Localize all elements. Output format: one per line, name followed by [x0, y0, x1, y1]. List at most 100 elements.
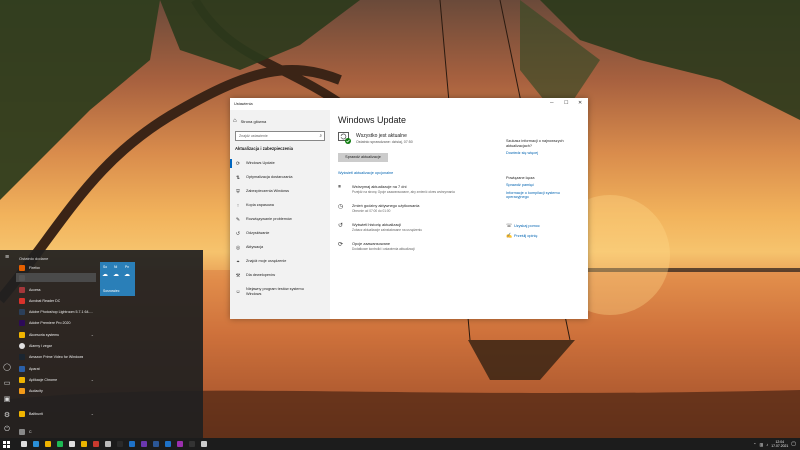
- start-item[interactable]: Access: [16, 285, 96, 294]
- taskbar-app-word[interactable]: [150, 438, 162, 450]
- volume-icon[interactable]: ♪: [766, 442, 768, 447]
- chevron-up-icon[interactable]: ⌃: [753, 442, 756, 447]
- sidebar-item-find-my-device[interactable]: ⌖ Znajdź moje urządzenie: [230, 256, 330, 267]
- clock[interactable]: 12:04 17.07.2021: [771, 440, 788, 448]
- start-item[interactable]: [16, 273, 96, 282]
- minimize-button[interactable]: ─: [550, 100, 554, 106]
- start-button[interactable]: [0, 438, 12, 450]
- start-folder[interactable]: Aplikacje Chrome ⌄: [16, 375, 96, 384]
- taskbar-app-terminal[interactable]: [114, 438, 126, 450]
- activation-icon: ◎: [235, 244, 241, 251]
- start-item[interactable]: Aparat: [16, 364, 96, 373]
- sidebar-item-activation[interactable]: ◎ Aktywacja: [230, 242, 330, 253]
- start-item[interactable]: Alarmy i zegar: [16, 341, 96, 350]
- start-item-label: Aplikacje Chrome: [29, 377, 58, 382]
- premiere-icon: [19, 319, 25, 326]
- folder-icon: [19, 331, 25, 338]
- taskbar-app-chrome[interactable]: [78, 438, 90, 450]
- taskbar-app-app-red[interactable]: [90, 438, 102, 450]
- title-bar[interactable]: Ustawienia ─ ☐ ✕: [230, 98, 588, 110]
- taskbar-app-settings[interactable]: [198, 438, 210, 450]
- home-link[interactable]: ⌂ Strona główna: [233, 118, 266, 124]
- sidebar-item-insider-program[interactable]: ☺ Niejawny program testów systemu Windows: [230, 284, 330, 300]
- wrench-icon: ✎: [235, 216, 241, 223]
- user-icon[interactable]: ◯: [3, 364, 11, 372]
- os-build-info-link[interactable]: Informacje o kompilacji systemu operacyj…: [506, 191, 576, 201]
- pictures-icon[interactable]: ▣: [3, 396, 11, 404]
- search-placeholder: Znajdź ustawienie: [239, 134, 268, 138]
- start-item-label: Adobe Photoshop Lightroom 5.7.1 64-...: [29, 309, 93, 314]
- sidebar-item-troubleshoot[interactable]: ✎ Rozwiązywanie problemów: [230, 214, 330, 225]
- option-update-history[interactable]: ↺ Wyświetl historię aktualizacji Zobacz a…: [338, 222, 422, 232]
- start-item[interactable]: Acrobat Reader DC: [16, 296, 96, 305]
- option-active-hours[interactable]: ◷ Zmień godziny aktywnego użytkowania Obe…: [338, 203, 419, 213]
- start-item[interactable]: Audacity: [16, 386, 96, 395]
- network-icon[interactable]: ▥: [760, 442, 764, 447]
- start-item[interactable]: Adobe Photoshop Lightroom 5.7.1 64-...: [16, 307, 96, 316]
- page-title: Windows Update: [338, 115, 407, 125]
- sidebar-item-recovery[interactable]: ↺ Odzyskiwanie: [230, 228, 330, 239]
- sidebar-item-delivery-optimization[interactable]: ⇅ Optymalizacja dostarczania: [230, 172, 330, 183]
- close-button[interactable]: ✕: [578, 100, 582, 106]
- sidebar-item-backup[interactable]: ↑ Kopia zapasowa: [230, 200, 330, 211]
- give-feedback-link[interactable]: ✍ Prześlij opinię: [506, 233, 584, 239]
- taskbar-app-app-settings[interactable]: [102, 438, 114, 450]
- help-icon: ☏: [506, 223, 513, 229]
- settings-icon[interactable]: ⚙: [3, 412, 11, 420]
- app-purple-icon: [141, 441, 147, 447]
- start-folder[interactable]: Akcesoria systemu ⌄: [16, 330, 96, 339]
- option-desc: Przejdź na stronę Opcje zaawansowane, ab…: [352, 190, 455, 194]
- option-advanced[interactable]: ⟳ Opcje zaawansowane Dodatkowe kontrolki …: [338, 241, 415, 251]
- start-item[interactable]: C: [16, 427, 96, 436]
- cloud-rain-icon: ☁: [124, 272, 130, 278]
- maximize-button[interactable]: ☐: [564, 100, 568, 106]
- taskbar-app-edge[interactable]: [30, 438, 42, 450]
- documents-icon[interactable]: ▭: [3, 380, 11, 388]
- explorer-icon: [45, 441, 51, 447]
- start-item-label: C: [29, 429, 32, 434]
- optional-updates-link[interactable]: Wyświetl aktualizacje opcjonalne: [338, 171, 393, 175]
- update-status-icon: [338, 132, 351, 144]
- sidebar-item-windows-update[interactable]: ⟳ Windows Update: [230, 158, 330, 169]
- give-feedback-label: Prześlij opinię: [514, 234, 538, 238]
- taskbar-app-store[interactable]: [66, 438, 78, 450]
- start-rail: ≡ ◯ ▭ ▣ ⚙ ⏻: [0, 250, 14, 438]
- taskbar-app-app-purple[interactable]: [138, 438, 150, 450]
- taskbar-app-app-pink[interactable]: [174, 438, 186, 450]
- sidebar-item-for-developers[interactable]: ⚒ Dla deweloperów: [230, 270, 330, 281]
- developer-icon: ⚒: [235, 272, 241, 279]
- check-storage-link[interactable]: Sprawdź pamięć: [506, 183, 584, 188]
- taskbar-app-task-view[interactable]: [18, 438, 30, 450]
- start-item[interactable]: Firefox: [16, 263, 96, 272]
- taskbar-app-app-dark[interactable]: [186, 438, 198, 450]
- weather-tile[interactable]: So Ni Pn ☁ ☁ ☁ Sosnowiec: [100, 262, 135, 296]
- hamburger-icon[interactable]: ≡: [3, 254, 11, 262]
- sidebar-item-windows-security[interactable]: ⛨ Zabezpieczenia Windows: [230, 186, 330, 197]
- option-desc: Obecnie od 07:00 do 01:00: [352, 209, 391, 213]
- start-folder[interactable]: Baltbunti ⌄: [16, 409, 96, 418]
- app-icon: [19, 274, 25, 281]
- check-for-updates-button[interactable]: Sprawdź aktualizacje: [338, 153, 388, 162]
- info-heading: Szukasz informacji o najnowszych aktuali…: [506, 139, 564, 148]
- settings-sidebar: ⌂ Strona główna Znajdź ustawienie ⌕ Aktu…: [230, 110, 330, 319]
- taskbar-app-explorer[interactable]: [42, 438, 54, 450]
- recently-added-header: Ostatnio dodane: [19, 256, 49, 261]
- start-item[interactable]: Amazon Prime Video for Windows: [16, 352, 96, 361]
- learn-more-link[interactable]: Dowiedz się więcej: [506, 151, 584, 156]
- settings-search-input[interactable]: Znajdź ustawienie ⌕: [235, 131, 325, 141]
- taskbar-apps: [18, 438, 210, 450]
- taskbar-app-spotify[interactable]: [54, 438, 66, 450]
- start-item[interactable]: Adobe Premiere Pro 2020: [16, 318, 96, 327]
- option-title: Opcje zaawansowane: [352, 241, 391, 246]
- help-panel: ☏ Uzyskaj pomoc ✍ Prześlij opinię: [506, 223, 584, 239]
- notifications-icon[interactable]: ▢: [791, 441, 796, 447]
- sidebar-item-label: Windows Update: [246, 161, 275, 166]
- option-pause-updates[interactable]: ⏸ Wstrzymaj aktualizacje na 7 dni Przejdź…: [338, 184, 455, 194]
- taskbar-app-outlook[interactable]: [162, 438, 174, 450]
- settings-icon: [201, 441, 207, 447]
- taskbar-app-app-blue[interactable]: [126, 438, 138, 450]
- get-help-link[interactable]: ☏ Uzyskaj pomoc: [506, 223, 584, 229]
- insider-icon: ☺: [235, 289, 241, 295]
- chevron-down-icon: ⌄: [90, 377, 94, 382]
- power-icon[interactable]: ⏻: [3, 426, 11, 434]
